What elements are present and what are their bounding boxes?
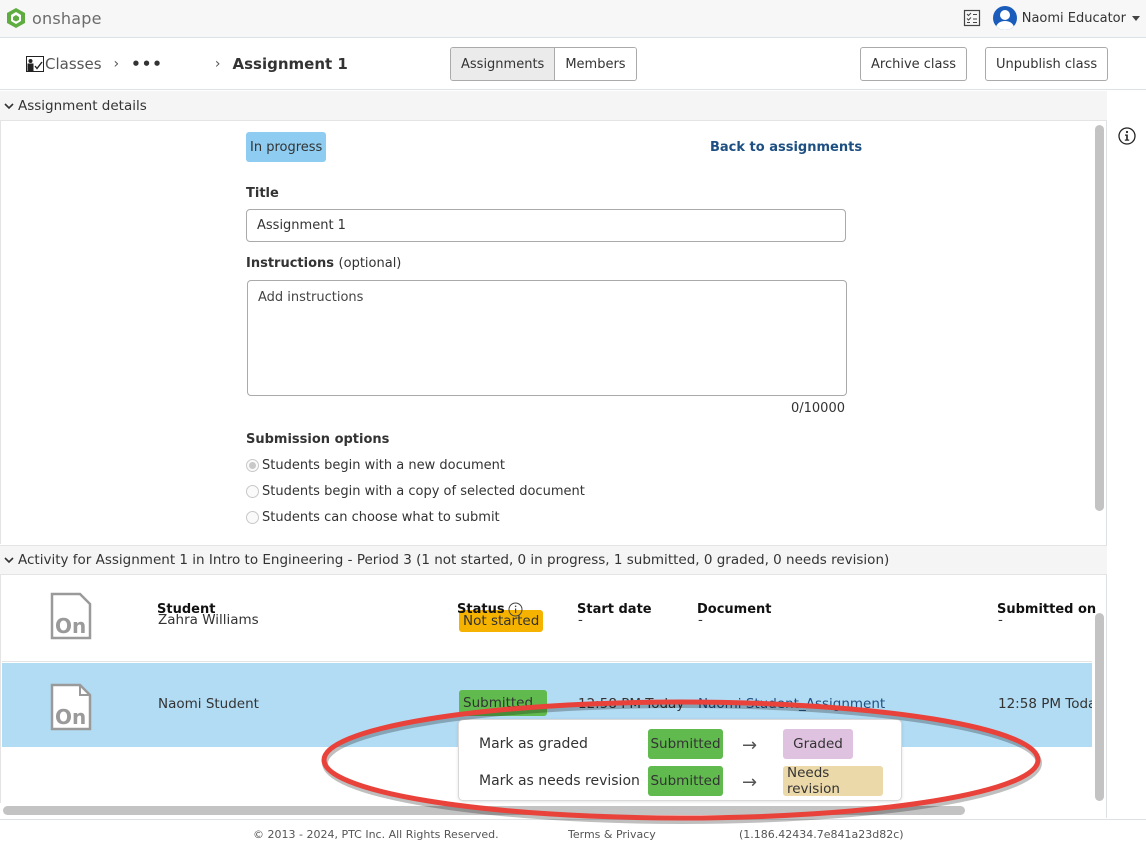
submission-option-new-document[interactable]: Students begin with a new document (246, 458, 505, 473)
assignment-status-badge: In progress (246, 132, 327, 162)
title-input[interactable]: Assignment 1 (246, 209, 846, 242)
menu-item-mark-graded[interactable]: Mark as graded Submitted → Graded (459, 729, 903, 759)
radio-button[interactable] (246, 485, 259, 498)
instructions-label-text: Instructions (246, 256, 335, 271)
column-header-submitted-on[interactable]: Submitted on (997, 602, 1096, 617)
radio-button[interactable] (246, 459, 259, 472)
student-name[interactable]: Naomi Student (158, 696, 259, 712)
instructions-textarea[interactable]: Add instructions (247, 280, 847, 396)
logo-text: onshape (32, 8, 102, 28)
breadcrumb-classes-link[interactable]: Classes (45, 55, 102, 73)
document-link[interactable]: Naomi Student_Assignment 1 (698, 696, 888, 712)
app-root: onshape Naomi Educator Classes › ••• › A… (0, 0, 1146, 848)
assignment-details-title: Assignment details (18, 97, 147, 114)
breadcrumb-current: Assignment 1 (232, 55, 348, 73)
character-counter: 0/10000 (790, 401, 845, 416)
onshape-logo-icon (7, 8, 25, 28)
menu-item-label: Mark as graded (479, 736, 588, 752)
right-panel (1108, 91, 1146, 818)
user-area: Naomi Educator (963, 6, 1146, 30)
status-badge[interactable]: Submitted (459, 690, 547, 716)
onshape-logo[interactable]: onshape (6, 7, 102, 29)
radio-label: Students begin with a copy of selected d… (262, 484, 585, 499)
radio-label: Students begin with a new document (262, 458, 505, 473)
submitted-on: 12:58 PM Today (998, 696, 1092, 712)
top-bar: onshape Naomi Educator (0, 0, 1146, 38)
assignment-details-header[interactable]: Assignment details (0, 91, 1107, 121)
column-header-status[interactable]: Status (457, 602, 523, 617)
column-header-document[interactable]: Document (697, 602, 772, 617)
view-tabs: Assignments Members (450, 47, 637, 81)
page-header: Classes › ••• › Assignment 1 Assignments… (0, 39, 1146, 90)
radio-button[interactable] (246, 511, 259, 524)
to-status-badge: Needs revision (783, 765, 883, 797)
from-status-badge: Submitted (648, 766, 723, 796)
breadcrumb-separator: › (113, 56, 120, 72)
menu-item-label: Mark as needs revision (479, 773, 640, 789)
horizontal-scrollbar[interactable] (3, 806, 965, 815)
arrow-right-icon: → (742, 772, 758, 793)
footer: © 2013 - 2024, PTC Inc. All Rights Reser… (0, 819, 1146, 848)
breadcrumb: Classes › ••• › Assignment 1 (26, 55, 348, 73)
info-icon[interactable] (1118, 127, 1136, 145)
submission-option-choose[interactable]: Students can choose what to submit (246, 510, 500, 525)
tasks-checklist-icon[interactable] (963, 9, 981, 27)
radio-label: Students can choose what to submit (262, 510, 500, 525)
classroom-icon (26, 56, 44, 72)
user-menu-caret-icon[interactable] (1132, 15, 1140, 21)
status-change-menu: Mark as graded Submitted → Graded Mark a… (458, 719, 902, 801)
terms-privacy-link[interactable]: Terms & Privacy (568, 828, 656, 841)
table-row[interactable]: On Zahra Williams Not started - - - (2, 575, 1092, 662)
instructions-label: Instructions (optional) (246, 256, 401, 271)
start-date: 12:58 PM Today (578, 696, 685, 712)
activity-vertical-scrollbar[interactable] (1095, 613, 1104, 801)
tab-members[interactable]: Members (555, 48, 636, 80)
breadcrumb-separator: › (214, 56, 221, 72)
info-icon[interactable] (508, 602, 523, 617)
archive-class-button[interactable]: Archive class (860, 47, 968, 81)
version-text: (1.186.42434.7e841a23d82c) (739, 828, 904, 841)
unpublish-class-button[interactable]: Unpublish class (985, 47, 1109, 81)
column-header-start-date[interactable]: Start date (577, 602, 652, 617)
menu-item-mark-needs-revision[interactable]: Mark as needs revision Submitted → Needs… (459, 765, 903, 797)
instructions-optional-text: (optional) (338, 256, 402, 271)
to-status-badge: Graded (783, 729, 853, 759)
activity-header[interactable]: Activity for Assignment 1 in Intro to En… (0, 545, 1107, 575)
chevron-down-icon (4, 102, 14, 109)
svg-text:On: On (55, 705, 86, 729)
submission-options-label: Submission options (246, 432, 390, 447)
column-header-student[interactable]: Student (157, 602, 215, 617)
column-header-status-label: Status (457, 602, 505, 617)
onshape-document-icon: On (50, 592, 92, 640)
chevron-down-icon (4, 557, 14, 564)
tab-assignments[interactable]: Assignments (451, 48, 556, 80)
details-vertical-scrollbar[interactable] (1095, 125, 1104, 511)
activity-title: Activity for Assignment 1 in Intro to En… (18, 552, 890, 568)
user-name[interactable]: Naomi Educator (1022, 11, 1126, 26)
user-avatar[interactable] (992, 6, 1017, 30)
back-to-assignments-link[interactable]: Back to assignments (710, 140, 862, 155)
submission-option-copy-document[interactable]: Students begin with a copy of selected d… (246, 484, 585, 499)
from-status-badge: Submitted (648, 729, 723, 759)
onshape-document-icon: On (50, 683, 92, 731)
svg-text:On: On (55, 614, 86, 638)
copyright-text: © 2013 - 2024, PTC Inc. All Rights Reser… (253, 828, 499, 841)
breadcrumb-ellipsis-button[interactable]: ••• (131, 55, 163, 73)
title-label: Title (246, 186, 279, 201)
arrow-right-icon: → (742, 735, 758, 756)
